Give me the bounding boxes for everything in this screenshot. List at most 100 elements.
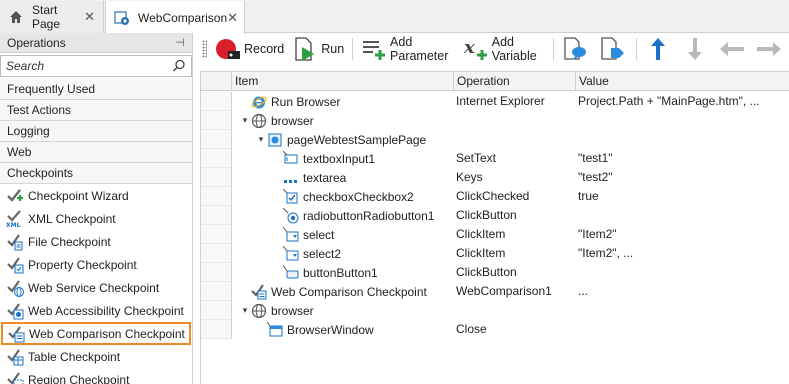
operation-cell[interactable]: SetText xyxy=(456,149,496,168)
item-cell[interactable]: ▾ pageWebtestSamplePage xyxy=(255,130,426,149)
operation-cell[interactable]: Internet Explorer xyxy=(456,92,545,111)
table-row[interactable]: ▾ browser xyxy=(201,301,789,320)
category-web[interactable]: Web xyxy=(0,142,192,163)
search-input[interactable] xyxy=(6,59,172,73)
item-cell[interactable]: Web Comparison Checkpoint xyxy=(239,282,427,301)
operation-cell[interactable]: ClickChecked xyxy=(456,187,529,206)
item-cell[interactable]: ▾ browser xyxy=(239,301,314,320)
table-row[interactable]: Run Browser Internet Explorer Project.Path… xyxy=(201,92,789,111)
op-web-service-checkpoint[interactable]: Web Service Checkpoint xyxy=(0,276,192,299)
table-row[interactable]: textboxInput1 SetText "test1" xyxy=(201,149,789,168)
value-cell[interactable]: "Item2", ... xyxy=(578,244,633,263)
item-cell[interactable]: checkboxCheckbox2 xyxy=(271,187,414,206)
row-header[interactable] xyxy=(201,168,232,187)
expand-toggle-icon[interactable]: ▾ xyxy=(239,305,251,316)
row-header[interactable] xyxy=(201,301,232,320)
add-parameter-button[interactable]: Add Parameter xyxy=(357,35,459,63)
record-button[interactable]: Record xyxy=(211,35,288,63)
pin-icon[interactable]: ⊣ xyxy=(175,36,185,49)
op-xml-checkpoint[interactable]: XML XML Checkpoint xyxy=(0,207,192,230)
table-row[interactable]: ▾ browser xyxy=(201,111,789,130)
item-cell[interactable]: BrowserWindow xyxy=(255,320,374,339)
tag-button[interactable] xyxy=(595,35,632,63)
value-cell[interactable]: "test1" xyxy=(578,149,613,168)
run-button[interactable]: Run xyxy=(288,35,348,63)
close-icon[interactable]: ✕ xyxy=(84,9,95,25)
item-cell[interactable]: select xyxy=(271,225,334,244)
row-header[interactable] xyxy=(201,92,232,111)
op-file-checkpoint[interactable]: File Checkpoint xyxy=(0,230,192,253)
op-property-checkpoint[interactable]: Property Checkpoint xyxy=(0,253,192,276)
item-cell[interactable]: textarea xyxy=(271,168,346,187)
table-row[interactable]: Web Comparison Checkpoint WebComparison1.… xyxy=(201,282,789,301)
row-header[interactable] xyxy=(201,282,232,301)
item-cell[interactable]: textboxInput1 xyxy=(271,149,375,168)
table-row[interactable]: radiobuttonRadiobutton1 ClickButton xyxy=(201,206,789,225)
column-header-item[interactable]: Item xyxy=(232,72,454,91)
tab-start-page[interactable]: Start Page ✕ xyxy=(0,1,104,33)
table-row[interactable]: select ClickItem "Item2" xyxy=(201,225,789,244)
toolbar-grip[interactable] xyxy=(202,40,207,58)
comment-button[interactable] xyxy=(558,35,595,63)
move-left-button[interactable] xyxy=(715,35,752,63)
move-up-button[interactable] xyxy=(641,35,678,63)
value-cell[interactable]: "Item2" xyxy=(578,225,617,244)
category-frequently-used[interactable]: Frequently Used xyxy=(0,79,192,100)
table-row[interactable]: buttonButton1 ClickButton xyxy=(201,263,789,282)
op-table-checkpoint[interactable]: Table Checkpoint xyxy=(0,345,192,368)
column-header-operation[interactable]: Operation xyxy=(454,72,576,91)
expand-toggle-icon[interactable]: ▾ xyxy=(239,115,251,126)
table-row[interactable]: checkboxCheckbox2 ClickChecked true xyxy=(201,187,789,206)
item-cell[interactable]: radiobuttonRadiobutton1 xyxy=(271,206,434,225)
category-logging[interactable]: Logging xyxy=(0,121,192,142)
row-header[interactable] xyxy=(201,111,232,130)
op-web-comparison-checkpoint[interactable]: Web Comparison Checkpoint xyxy=(1,322,191,345)
globe-icon xyxy=(251,113,267,129)
value-cell[interactable]: true xyxy=(578,187,599,206)
op-checkpoint-wizard[interactable]: Checkpoint Wizard xyxy=(0,184,192,207)
row-header[interactable] xyxy=(201,149,232,168)
operation-cell[interactable]: Close xyxy=(456,320,487,339)
table-row[interactable]: BrowserWindow Close xyxy=(201,320,789,339)
close-icon[interactable]: ✕ xyxy=(227,10,238,26)
row-header[interactable] xyxy=(201,244,232,263)
row-header[interactable] xyxy=(201,130,232,149)
operation-cell[interactable]: ClickButton xyxy=(456,263,517,282)
row-header[interactable] xyxy=(201,263,232,282)
move-right-button[interactable] xyxy=(752,35,789,63)
row-header[interactable] xyxy=(201,320,232,339)
add-variable-button[interactable]: x Add Variable xyxy=(459,35,550,63)
operation-cell[interactable]: ClickItem xyxy=(456,244,505,263)
category-checkpoints[interactable]: Checkpoints xyxy=(0,163,192,184)
search-icon[interactable] xyxy=(172,59,186,73)
panel-title: Operations xyxy=(7,35,66,50)
xml-checkpoint-icon: XML xyxy=(6,209,24,228)
operation-cell[interactable]: Keys xyxy=(456,168,483,187)
expand-toggle-icon[interactable]: ▾ xyxy=(255,134,267,145)
item-cell[interactable]: Run Browser xyxy=(239,92,340,111)
category-test-actions[interactable]: Test Actions xyxy=(0,100,192,121)
table-row[interactable]: ▾ pageWebtestSamplePage xyxy=(201,130,789,149)
operation-cell[interactable]: ClickItem xyxy=(456,225,505,244)
operation-cell[interactable]: ClickButton xyxy=(456,206,517,225)
toolbar-separator xyxy=(553,38,555,60)
value-cell[interactable]: Project.Path + "MainPage.htm", ... xyxy=(578,92,760,111)
textbox-icon xyxy=(283,151,299,167)
item-cell[interactable]: select2 xyxy=(271,244,341,263)
value-cell[interactable]: "test2" xyxy=(578,168,613,187)
row-header[interactable] xyxy=(201,225,232,244)
table-row[interactable]: select2 ClickItem "Item2", ... xyxy=(201,244,789,263)
add-parameter-icon xyxy=(361,36,387,62)
op-web-accessibility-checkpoint[interactable]: Web Accessibility Checkpoint xyxy=(0,299,192,322)
value-cell[interactable]: ... xyxy=(578,282,588,301)
row-header[interactable] xyxy=(201,206,232,225)
operation-cell[interactable]: WebComparison1 xyxy=(456,282,552,301)
op-region-checkpoint[interactable]: Region Checkpoint xyxy=(0,368,192,384)
item-cell[interactable]: buttonButton1 xyxy=(271,263,378,282)
move-down-button[interactable] xyxy=(678,35,715,63)
tab-webcomparison[interactable]: WebComparison ✕ xyxy=(105,1,245,34)
column-header-value[interactable]: Value xyxy=(576,72,789,91)
table-row[interactable]: textarea Keys "test2" xyxy=(201,168,789,187)
row-header[interactable] xyxy=(201,187,232,206)
item-cell[interactable]: ▾ browser xyxy=(239,111,314,130)
